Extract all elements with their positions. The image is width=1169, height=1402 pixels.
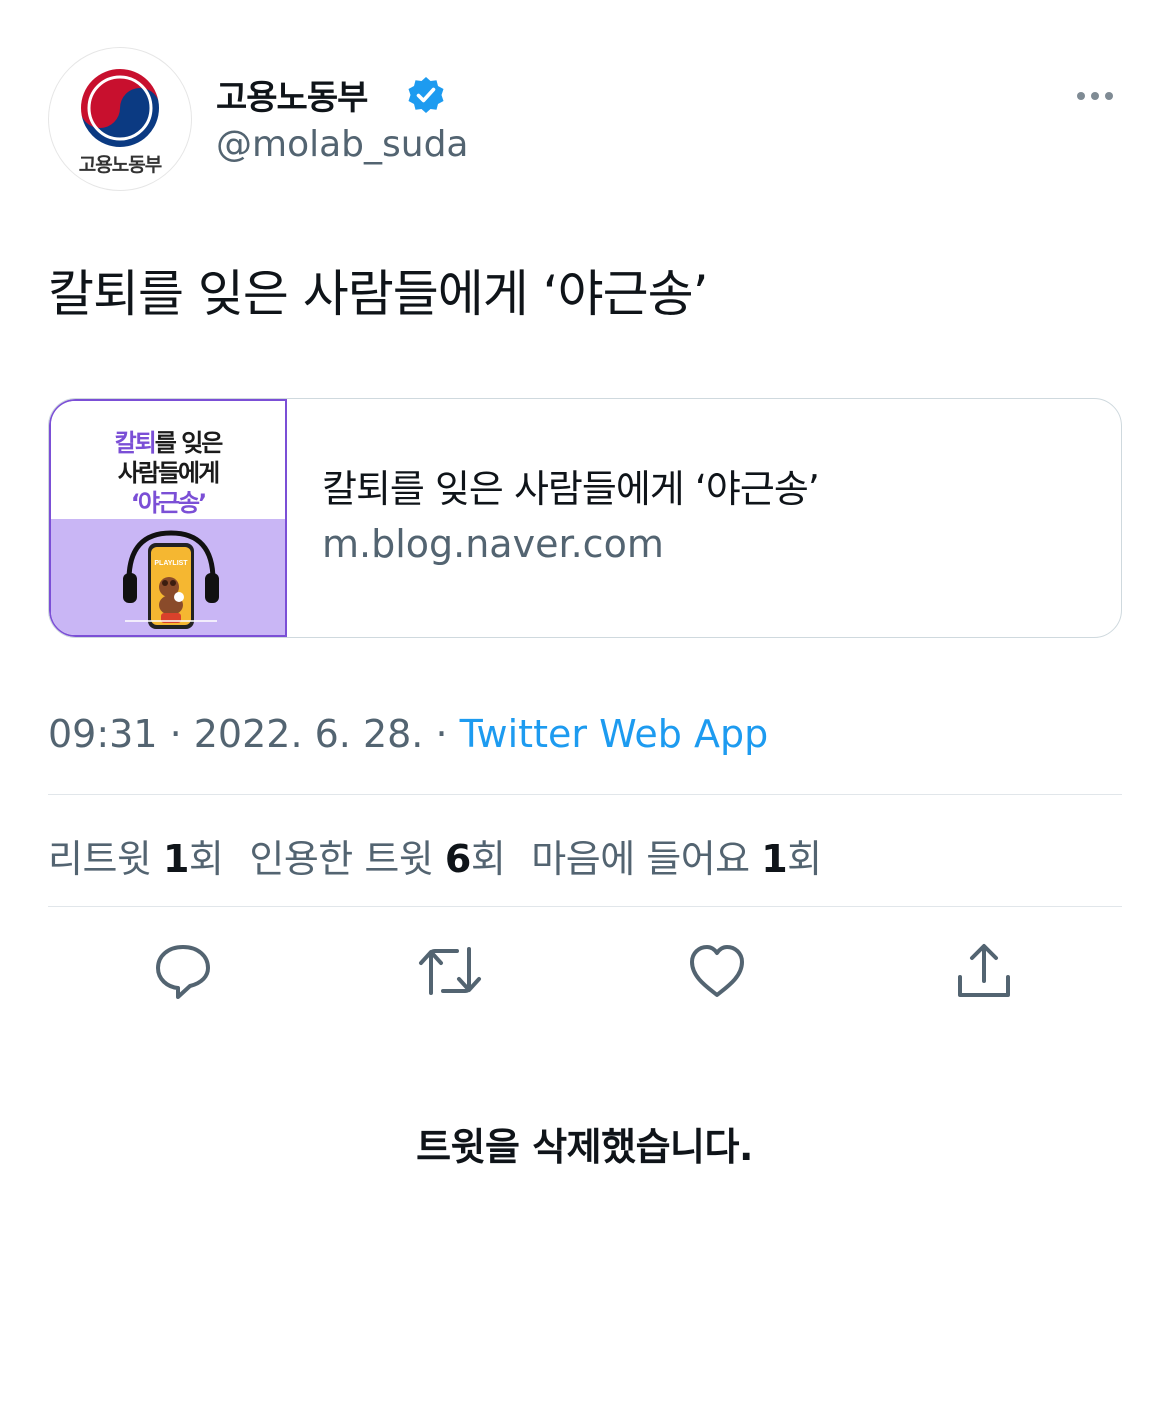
retweet-icon (419, 947, 481, 995)
likes-stat[interactable]: 마음에 들어요 1회 (531, 837, 822, 881)
likes-count: 1 (761, 837, 788, 881)
deleted-tweet-message: 트윗을 삭제했습니다. (416, 1125, 753, 1169)
retweets-label: 리트윗 (48, 837, 163, 881)
likes-unit: 회 (787, 837, 822, 881)
retweets-unit: 회 (188, 837, 224, 881)
retweets-stat[interactable]: 리트윗 1회 (48, 837, 224, 881)
verified-badge-icon (408, 77, 444, 113)
more-dot (1077, 92, 1085, 100)
share-icon (958, 944, 1010, 997)
likes-label: 마음에 들어요 (531, 837, 762, 881)
avatar-label: 고용노동부 (78, 154, 162, 176)
retweets-count: 1 (162, 837, 189, 881)
card-thumbnail: 칼퇴를 잊은 사람들에게 ‘야근송’ PLAYLIST (49, 399, 287, 637)
quotes-count: 6 (444, 837, 471, 881)
reply-button[interactable] (150, 938, 216, 1004)
link-card[interactable]: 칼퇴를 잊은 사람들에게 ‘야근송’ PLAYLIST (48, 398, 1122, 638)
heart-icon (690, 945, 744, 997)
more-options-icon[interactable] (1070, 86, 1120, 106)
thumbnail-line-3: ‘야근송’ (130, 489, 207, 517)
quotes-unit: 회 (470, 837, 506, 881)
like-button[interactable] (684, 938, 750, 1004)
quotes-stat[interactable]: 인용한 트윗 6회 (249, 837, 505, 881)
card-domain: m.blog.naver.com (322, 522, 664, 566)
display-name[interactable]: 고용노동부 (216, 70, 368, 119)
tweet-source-link[interactable]: Twitter Web App (460, 712, 769, 756)
tweet-text: 칼퇴를 잊은 사람들에게 ‘야근송’ (48, 265, 708, 323)
quotes-label: 인용한 트윗 (249, 837, 445, 881)
card-title[interactable]: 칼퇴를 잊은 사람들에게 ‘야근송’ (322, 458, 820, 513)
reply-icon (156, 945, 210, 999)
avatar[interactable]: 고용노동부 (48, 47, 192, 191)
tweet-meta: 09:31 · 2022. 6. 28. · Twitter Web App (48, 712, 768, 756)
divider (48, 794, 1122, 795)
share-button[interactable] (951, 938, 1017, 1004)
engagement-stats: 리트윗 1회 인용한 트윗 6회 마음에 들어요 1회 (48, 828, 822, 883)
divider (48, 906, 1122, 907)
user-handle[interactable]: @molab_suda (216, 124, 469, 165)
more-dot (1105, 92, 1113, 100)
more-dot (1091, 92, 1099, 100)
headphone-phone-icon: PLAYLIST (123, 530, 219, 629)
phone-playlist-label: PLAYLIST (154, 560, 188, 567)
retweet-button[interactable] (417, 938, 483, 1004)
tweet-timestamp[interactable]: 09:31 · 2022. 6. 28. · (48, 712, 460, 756)
